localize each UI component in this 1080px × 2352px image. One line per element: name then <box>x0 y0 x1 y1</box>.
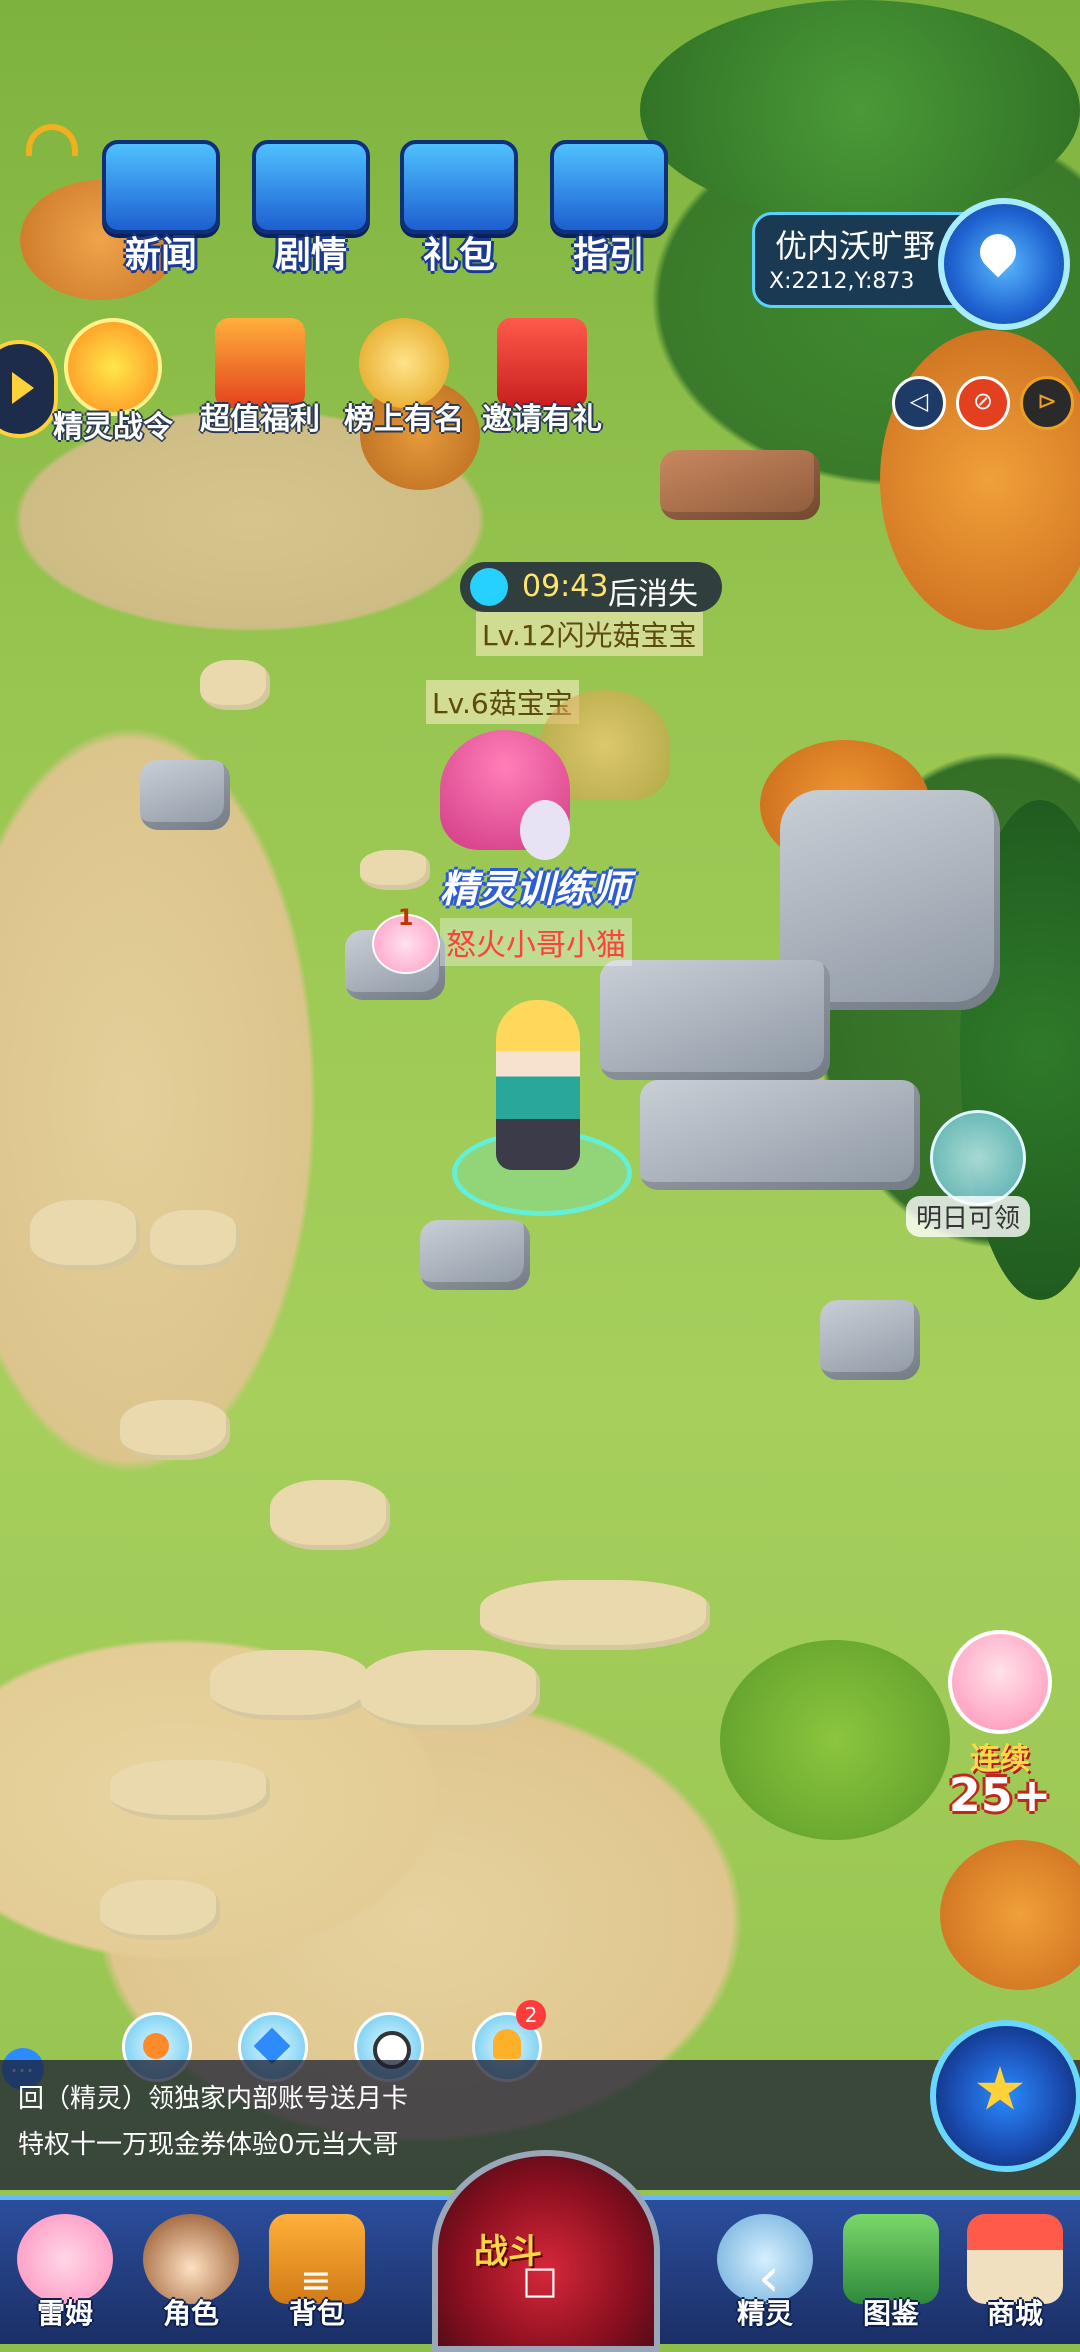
play-arrow-icon <box>12 372 34 404</box>
guide-button[interactable]: 指引 <box>544 140 674 278</box>
companion-spirit <box>520 800 570 860</box>
stopwatch-icon <box>470 568 508 606</box>
nav-leim[interactable]: 雷姆 <box>0 2200 130 2344</box>
despawn-timer: 09:43 后消失 <box>460 562 722 612</box>
guide-label: 指引 <box>572 235 645 276</box>
nav-codex[interactable]: 图鉴 <box>826 2200 956 2344</box>
no-entry-icon: ⊘ <box>972 387 994 415</box>
guide-icon <box>550 140 668 234</box>
story-button[interactable]: 剧情 <box>246 140 376 278</box>
news-label: 新闻 <box>124 235 197 276</box>
nav-shop[interactable]: 商城 <box>950 2200 1080 2344</box>
speaker-button[interactable]: ◁ <box>892 376 946 430</box>
skill-button[interactable] <box>930 2020 1080 2172</box>
mascot-icon <box>948 1630 1052 1734</box>
tree <box>940 1840 1080 1990</box>
location-name: 优内沃旷野 <box>775 227 936 265</box>
shop-icon <box>967 2214 1063 2304</box>
path-stone <box>360 850 430 890</box>
rock <box>600 960 830 1080</box>
tree <box>640 0 1080 220</box>
speaker-icon: ◁ <box>909 387 929 415</box>
path-stone <box>110 1760 270 1820</box>
timer-suffix: 后消失 <box>608 577 698 612</box>
location-coords: X:2212,Y:873 <box>769 269 915 294</box>
compass-icon <box>253 2027 291 2065</box>
auto-path-icon <box>143 2033 169 2059</box>
nav-label: 图鉴 <box>862 2297 919 2330</box>
leaderboard-label: 榜上有名 <box>344 402 464 437</box>
map-button[interactable] <box>938 198 1070 330</box>
battle-button[interactable]: 战斗 <box>432 2150 660 2352</box>
nav-character[interactable]: 角色 <box>126 2200 256 2344</box>
notification-badge: 2 <box>516 2000 546 2030</box>
nav-label: 角色 <box>162 2297 219 2330</box>
news-icon <box>102 140 220 234</box>
spirit-pass-button[interactable]: 精灵战令 <box>48 318 178 446</box>
spirit-pass-label: 精灵战令 <box>53 410 173 445</box>
leaderboard-button[interactable]: 榜上有名 <box>334 318 474 438</box>
player-name: 怒火小哥小猫 <box>440 918 632 966</box>
monster-label: Lv.12闪光菇宝宝 <box>476 612 703 656</box>
nav-label: 雷姆 <box>36 2297 93 2330</box>
rock <box>820 1300 920 1380</box>
star-wand-icon <box>976 2066 1024 2110</box>
rock <box>660 450 820 520</box>
path-stone <box>150 1210 240 1270</box>
story-icon <box>252 140 370 234</box>
nav-label: 商城 <box>986 2297 1043 2330</box>
player-character[interactable] <box>496 1000 580 1170</box>
rock <box>140 760 230 830</box>
map-pin-icon <box>972 226 1024 278</box>
path-stone <box>360 1650 540 1730</box>
chat-line: 特权十一万现金券体验0元当大哥 <box>18 2130 399 2160</box>
login-streak-promo[interactable]: 连续 25+ <box>945 1630 1055 1822</box>
path-stone <box>270 1480 390 1550</box>
invite-label: 邀请有礼 <box>482 402 602 437</box>
path-stone <box>480 1580 710 1650</box>
fruit-tree <box>720 1640 950 1840</box>
path-stone <box>200 660 270 710</box>
bell-icon <box>493 2029 521 2059</box>
path-stone <box>210 1650 370 1720</box>
path-stone <box>100 1880 220 1940</box>
timer-value: 09:43 <box>522 569 609 604</box>
chat-line: 回（精灵）领独家内部账号送月卡 <box>18 2084 409 2114</box>
news-button[interactable]: 新闻 <box>96 140 226 278</box>
system-home-button[interactable]: □ <box>522 2258 558 2302</box>
path-stone <box>30 1200 140 1270</box>
player-level-badge: 1 <box>398 906 414 931</box>
rock <box>420 1220 530 1290</box>
gift-pack-icon <box>400 140 518 234</box>
gift-pack-label: 礼包 <box>422 235 495 276</box>
invite-button[interactable]: 邀请有礼 <box>472 318 612 438</box>
value-welfare-label: 超值福利 <box>200 402 320 437</box>
system-menu-button[interactable]: ≡ <box>300 2258 332 2302</box>
block-button[interactable]: ⊘ <box>956 376 1010 430</box>
path-stone <box>120 1400 230 1460</box>
player-title: 精灵训练师 <box>440 867 631 911</box>
value-welfare-button[interactable]: 超值福利 <box>190 318 330 438</box>
collapse-button[interactable]: ⊳ <box>1020 376 1074 430</box>
story-label: 剧情 <box>274 235 347 276</box>
collapse-icon: ⊳ <box>1036 387 1058 415</box>
tree <box>880 330 1080 630</box>
streak-count: 25+ <box>948 1768 1052 1822</box>
system-back-button[interactable]: ‹ <box>758 2246 780 2309</box>
daily-reward-jar[interactable] <box>930 1110 1026 1206</box>
daily-reward-label: 明日可领 <box>906 1196 1031 1237</box>
rock <box>640 1080 920 1190</box>
codex-icon <box>843 2214 939 2304</box>
leim-icon <box>17 2214 113 2304</box>
gift-pack-button[interactable]: 礼包 <box>394 140 524 278</box>
character-icon <box>143 2214 239 2304</box>
